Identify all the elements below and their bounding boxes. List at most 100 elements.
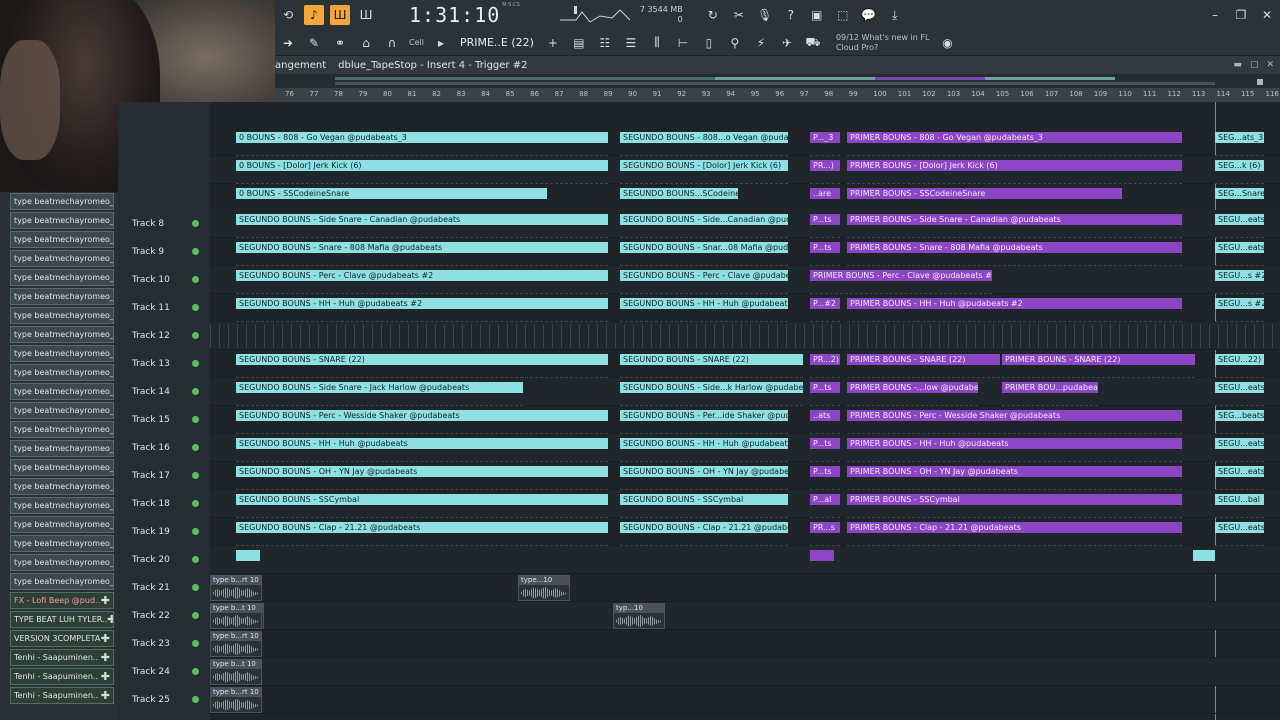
picker-item[interactable]: type beatmechayromeo_ xyxy=(10,573,114,590)
pattern-clip[interactable]: P...#2 xyxy=(810,298,840,309)
track-header[interactable]: Track 16 xyxy=(118,434,210,462)
track-header[interactable]: Track 10 xyxy=(118,266,210,294)
picker-item[interactable]: type beatmechayromeo_ xyxy=(10,402,114,419)
picker-item[interactable]: type beatmechayromeo_ xyxy=(10,478,114,495)
picker-item[interactable]: VERSION 3COMPLETA ✚ xyxy=(10,630,114,647)
picker-item[interactable]: type beatmechayromeo_ xyxy=(10,345,114,362)
picker-item[interactable]: type beatmechayromeo_ xyxy=(10,440,114,457)
track-enable-icon[interactable] xyxy=(192,528,199,535)
magnet-icon[interactable]: ∩ xyxy=(382,33,402,53)
audio-clip[interactable]: type b...rt 10 xyxy=(210,575,262,601)
playlist-lane[interactable]: SEGUNDO BOUNS - Perc - Clave @pudabeats … xyxy=(210,266,1280,294)
undo-icon[interactable]: ⟲ xyxy=(278,5,298,25)
pattern-clip[interactable]: SEGU...eats xyxy=(1215,438,1264,449)
playlist-lane[interactable]: type b...t 10 xyxy=(210,658,1280,686)
track-header[interactable]: Track 23 xyxy=(118,630,210,658)
pattern-clip[interactable]: SEGUNDO BOUNS - 808...o Vegan @pudabeats… xyxy=(620,132,788,143)
track-header[interactable]: Track 15 xyxy=(118,406,210,434)
pattern-clip[interactable]: PRIMER BOUNS - OH - YN Jay @pudabeats xyxy=(847,466,1182,477)
track-header[interactable]: Track 9 xyxy=(118,238,210,266)
small-clip[interactable] xyxy=(236,550,260,561)
playlist-lane[interactable] xyxy=(210,546,1280,574)
playlist-lane[interactable]: SEGUNDO BOUNS - HH - Huh @pudabeats #2 SE… xyxy=(210,294,1280,322)
track-header[interactable]: Track 17 xyxy=(118,462,210,490)
track-enable-icon[interactable] xyxy=(192,388,199,395)
picker-item[interactable]: Tenhi - Saapuminen.. ✚ xyxy=(10,649,114,666)
pattern-clip[interactable]: SEGUNDO BOUNS - Perc - Wesside Shaker @p… xyxy=(236,410,608,421)
timeline-ruler[interactable]: 76 77 78 79 80 81 82 83 84 85 86 87 88 89 90 91 92 93 94 95… xyxy=(275,88,1280,102)
pattern-clip[interactable]: SEGUNDO BOUNS - Side...Canadian @pudabea… xyxy=(620,214,788,225)
track-header[interactable]: Track 13 xyxy=(118,350,210,378)
pattern-clip[interactable]: PRIMER BOUNS - [Dolor] Jerk Kick (6) xyxy=(847,160,1182,171)
playlist-lane[interactable]: SEGUNDO BOUNS - Perc - Wesside Shaker @p… xyxy=(210,406,1280,434)
track-header[interactable]: Track 24 xyxy=(118,658,210,686)
pattern-clip[interactable]: SEG...beats xyxy=(1215,410,1264,421)
picker-item[interactable]: type beatmechayromeo_ xyxy=(10,535,114,552)
pattern-clip[interactable]: SEGU...eats xyxy=(1215,522,1264,533)
playlist-lane[interactable]: 0 BOUNS - SSCodeineSnare SEGUNDO BOUNS...… xyxy=(210,184,1280,212)
channel-rack-icon[interactable]: ☷ xyxy=(595,33,615,53)
picker-item[interactable]: type beatmechayromeo_ xyxy=(10,326,114,343)
track-header[interactable]: Track 22 xyxy=(118,602,210,630)
pattern-clip[interactable]: PRIMER BOUNS - HH - Huh @pudabeats xyxy=(847,438,1182,449)
pattern-clip[interactable]: PRIMER BOUNS - HH - Huh @pudabeats #2 xyxy=(847,298,1182,309)
piano-roll-icon[interactable]: ☰ xyxy=(621,33,641,53)
pattern-clip[interactable]: SEGUNDO BOUNS - [Dolor] Jerk Kick (6) xyxy=(620,160,788,171)
pattern-clip[interactable]: SEGU...bal xyxy=(1215,494,1264,505)
pattern-clip[interactable]: 0 BOUNS - SSCodeineSnare xyxy=(236,188,547,199)
pin-icon[interactable]: ⚲ xyxy=(725,33,745,53)
track-enable-icon[interactable] xyxy=(192,332,199,339)
browser-icon[interactable]: ▯ xyxy=(699,33,719,53)
download-icon[interactable]: ⤓ xyxy=(885,5,905,25)
pattern-clip[interactable]: P..._3 xyxy=(810,132,840,143)
playlist-lane[interactable]: type...10type b...rt 10type...t 10type..… xyxy=(210,574,1280,602)
pattern-clip[interactable]: SEGU...eats xyxy=(1215,242,1264,253)
cut-icon[interactable]: ✂ xyxy=(729,5,749,25)
playlist-lane[interactable]: 0 BOUNS - 808 - Go Vegan @pudabeats_3 SEG… xyxy=(210,128,1280,156)
track-enable-icon[interactable] xyxy=(192,668,199,675)
playlist-lane[interactable]: SEGUNDO BOUNS - Clap - 21.21 @pudabeats S… xyxy=(210,518,1280,546)
plane-icon[interactable]: ✈ xyxy=(777,33,797,53)
pattern-clip[interactable]: SEGU...s #2 xyxy=(1215,270,1264,281)
playlist-lane[interactable]: 0 BOUNS - [Dolor] Jerk Kick (6) SEGUNDO B… xyxy=(210,156,1280,184)
small-clip[interactable] xyxy=(810,550,834,561)
arrow-right-icon[interactable]: ➜ xyxy=(278,33,298,53)
pattern-clip[interactable]: P...ts xyxy=(810,466,840,477)
track-enable-icon[interactable] xyxy=(192,696,199,703)
pattern-clip[interactable]: PRIMER BOUNS - SSCodeineSnare xyxy=(847,188,1122,199)
pattern-clip[interactable]: PRIMER BOUNS - SNARE (22) xyxy=(1002,354,1195,365)
pattern-selector[interactable]: PRIME..E (22) xyxy=(460,36,534,49)
playlist-lane[interactable]: SEGUNDO BOUNS - SSCymbal SEGUNDO BOUNS - … xyxy=(210,490,1280,518)
tree-icon[interactable]: ⊢ xyxy=(673,33,693,53)
pattern-clip[interactable]: ..are xyxy=(810,188,840,199)
link-icon[interactable]: ⚭ xyxy=(330,33,350,53)
pattern-clip[interactable]: SEGU...eats xyxy=(1215,214,1264,225)
small-clip[interactable] xyxy=(1193,550,1215,561)
playlist-lane[interactable]: type...0type b...rt 10 xyxy=(210,686,1280,714)
window-close-icon[interactable]: ✕ xyxy=(1266,60,1274,70)
playlist-lane[interactable]: type b...t 10typ...10type b...t 10type b… xyxy=(210,602,1280,630)
audio-clip[interactable]: type b...t 10 xyxy=(210,603,262,629)
pattern-clip[interactable]: PR...) xyxy=(810,160,840,171)
pattern-clip[interactable]: SEGUNDO BOUNS - HH - Huh @pudabeats #2 xyxy=(620,298,788,309)
track-enable-icon[interactable] xyxy=(192,472,199,479)
pattern-clip[interactable]: SEGUNDO BOUNS - Side...k Harlow @pudabea… xyxy=(620,382,803,393)
picker-item[interactable]: Tenhi - Saapuminen.. ✚ xyxy=(10,668,114,685)
pattern-clip[interactable]: P...ts xyxy=(810,438,840,449)
pattern-clip[interactable]: PRIMER BOUNS - SSCymbal xyxy=(847,494,1182,505)
track-header[interactable]: Track 21 xyxy=(118,574,210,602)
cart-icon[interactable]: ⛟ xyxy=(803,33,823,53)
picker-item[interactable]: FX - Lofi Beep @pud.. ✚ xyxy=(10,592,114,609)
play-pattern-icon[interactable]: ▸ xyxy=(431,33,451,53)
track-enable-icon[interactable] xyxy=(192,612,199,619)
globe-icon[interactable]: ◉ xyxy=(937,33,957,53)
pattern-clip[interactable]: SEGUNDO BOUNS - SNARE (22) xyxy=(620,354,803,365)
microphone-icon[interactable]: 🎙 xyxy=(755,5,775,25)
plugin-icon[interactable]: ⬚ xyxy=(833,5,853,25)
audio-clip[interactable]: type b...rt 10 xyxy=(210,687,262,713)
pattern-clip[interactable]: SEG...ats_3 xyxy=(1215,132,1264,143)
pattern-clip[interactable]: SEGUNDO BOUNS - Side Snare - Jack Harlow… xyxy=(236,382,523,393)
window-minimize-icon[interactable]: ▬ xyxy=(1233,60,1242,70)
pattern-clip[interactable]: SEGU...eats xyxy=(1215,382,1264,393)
pattern-clip[interactable]: PR...s xyxy=(810,522,840,533)
